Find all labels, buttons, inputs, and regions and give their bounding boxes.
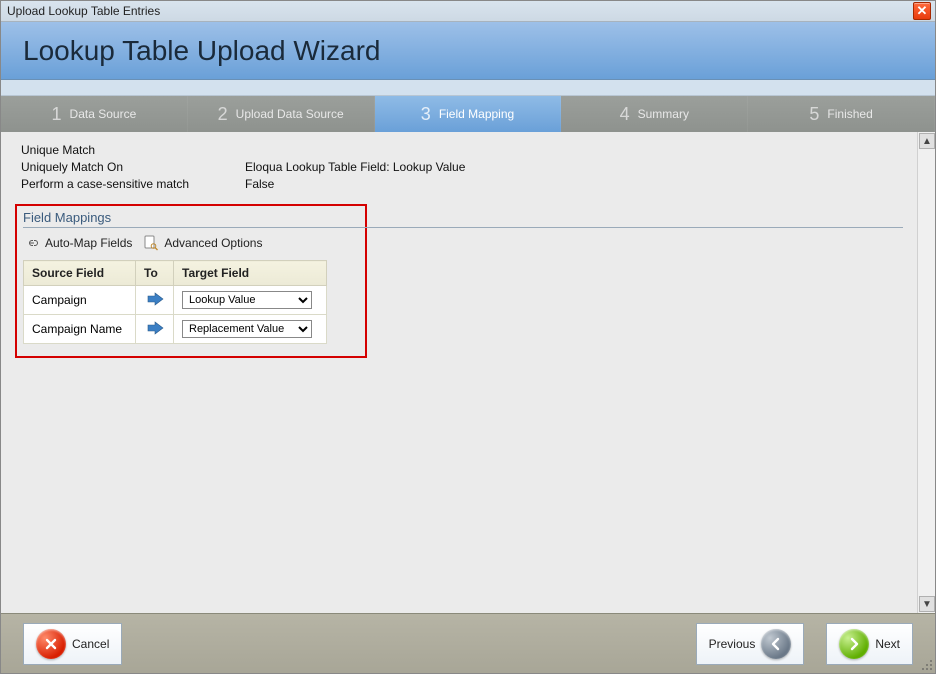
case-sensitive-value: False <box>245 176 274 193</box>
source-field-cell: Campaign Name <box>24 315 136 344</box>
wizard-sub-banner <box>1 80 935 96</box>
step-number: 4 <box>620 104 630 125</box>
uniquely-match-on-value: Eloqua Lookup Table Field: Lookup Value <box>245 159 465 176</box>
wizard-title: Lookup Table Upload Wizard <box>23 35 380 67</box>
col-to: To <box>136 261 174 286</box>
previous-label: Previous <box>709 637 756 651</box>
step-number: 5 <box>809 104 819 125</box>
arrow-cell <box>136 286 174 315</box>
vertical-scrollbar[interactable]: ▲ ▼ <box>917 132 935 613</box>
step-label: Field Mapping <box>439 107 514 121</box>
window-titlebar: Upload Lookup Table Entries ✕ <box>1 0 935 22</box>
step-label: Data Source <box>70 107 137 121</box>
arrow-right-icon <box>146 321 164 335</box>
auto-map-label: Auto-Map Fields <box>45 236 132 250</box>
next-button[interactable]: Next <box>826 623 913 665</box>
step-label: Finished <box>827 107 872 121</box>
arrow-cell <box>136 315 174 344</box>
advanced-options-button[interactable]: Advanced Options <box>142 234 262 252</box>
content-area: Unique Match Uniquely Match On Eloqua Lo… <box>1 132 935 613</box>
target-field-cell: Lookup Value <box>174 286 327 315</box>
step-label: Upload Data Source <box>236 107 344 121</box>
step-finished[interactable]: 5 Finished <box>748 96 935 132</box>
match-info: Unique Match Uniquely Match On Eloqua Lo… <box>21 142 911 192</box>
window-title: Upload Lookup Table Entries <box>7 4 913 18</box>
scroll-down-arrow-icon[interactable]: ▼ <box>919 596 935 612</box>
close-button[interactable]: ✕ <box>913 2 931 20</box>
field-mapping-table: Source Field To Target Field Campaign <box>23 260 327 344</box>
target-field-select[interactable]: Replacement Value <box>182 320 312 338</box>
field-mappings-title: Field Mappings <box>23 210 903 228</box>
cancel-icon <box>36 629 66 659</box>
table-row: Campaign Name Replacement Value <box>24 315 327 344</box>
step-label: Summary <box>638 107 689 121</box>
close-icon: ✕ <box>917 3 928 19</box>
mapping-toolbar: Auto-Map Fields Advanced Options <box>23 234 359 252</box>
cancel-button[interactable]: Cancel <box>23 623 122 665</box>
arrow-right-icon <box>146 292 164 306</box>
auto-map-fields-button[interactable]: Auto-Map Fields <box>23 234 132 252</box>
resize-grip-icon[interactable] <box>919 657 933 671</box>
step-number: 2 <box>218 104 228 125</box>
case-sensitive-label: Perform a case-sensitive match <box>21 176 211 193</box>
scroll-up-arrow-icon[interactable]: ▲ <box>919 133 935 149</box>
step-number: 1 <box>52 104 62 125</box>
step-number: 3 <box>421 104 431 125</box>
source-field-cell: Campaign <box>24 286 136 315</box>
step-data-source[interactable]: 1 Data Source <box>1 96 188 132</box>
advanced-options-label: Advanced Options <box>164 236 262 250</box>
step-upload-data-source[interactable]: 2 Upload Data Source <box>188 96 375 132</box>
col-source-field: Source Field <box>24 261 136 286</box>
uniquely-match-on-label: Uniquely Match On <box>21 159 211 176</box>
chain-link-icon <box>23 234 41 252</box>
target-field-cell: Replacement Value <box>174 315 327 344</box>
wizard-header: Lookup Table Upload Wizard <box>1 22 935 80</box>
document-magnify-icon <box>142 234 160 252</box>
target-field-select[interactable]: Lookup Value <box>182 291 312 309</box>
previous-button[interactable]: Previous <box>696 623 805 665</box>
arrow-left-icon <box>761 629 791 659</box>
step-summary[interactable]: 4 Summary <box>561 96 748 132</box>
next-label: Next <box>875 637 900 651</box>
arrow-right-icon <box>839 629 869 659</box>
unique-match-heading: Unique Match <box>21 142 911 159</box>
step-field-mapping[interactable]: 3 Field Mapping <box>375 96 562 132</box>
content-scroll: Unique Match Uniquely Match On Eloqua Lo… <box>1 132 917 613</box>
col-target-field: Target Field <box>174 261 327 286</box>
table-header-row: Source Field To Target Field <box>24 261 327 286</box>
table-row: Campaign Lookup Value <box>24 286 327 315</box>
wizard-footer: Cancel Previous Next <box>1 613 935 673</box>
cancel-label: Cancel <box>72 637 109 651</box>
wizard-steps: 1 Data Source 2 Upload Data Source 3 Fie… <box>1 96 935 132</box>
field-mappings-highlight: Field Mappings Auto-Map Fields <box>15 204 367 358</box>
